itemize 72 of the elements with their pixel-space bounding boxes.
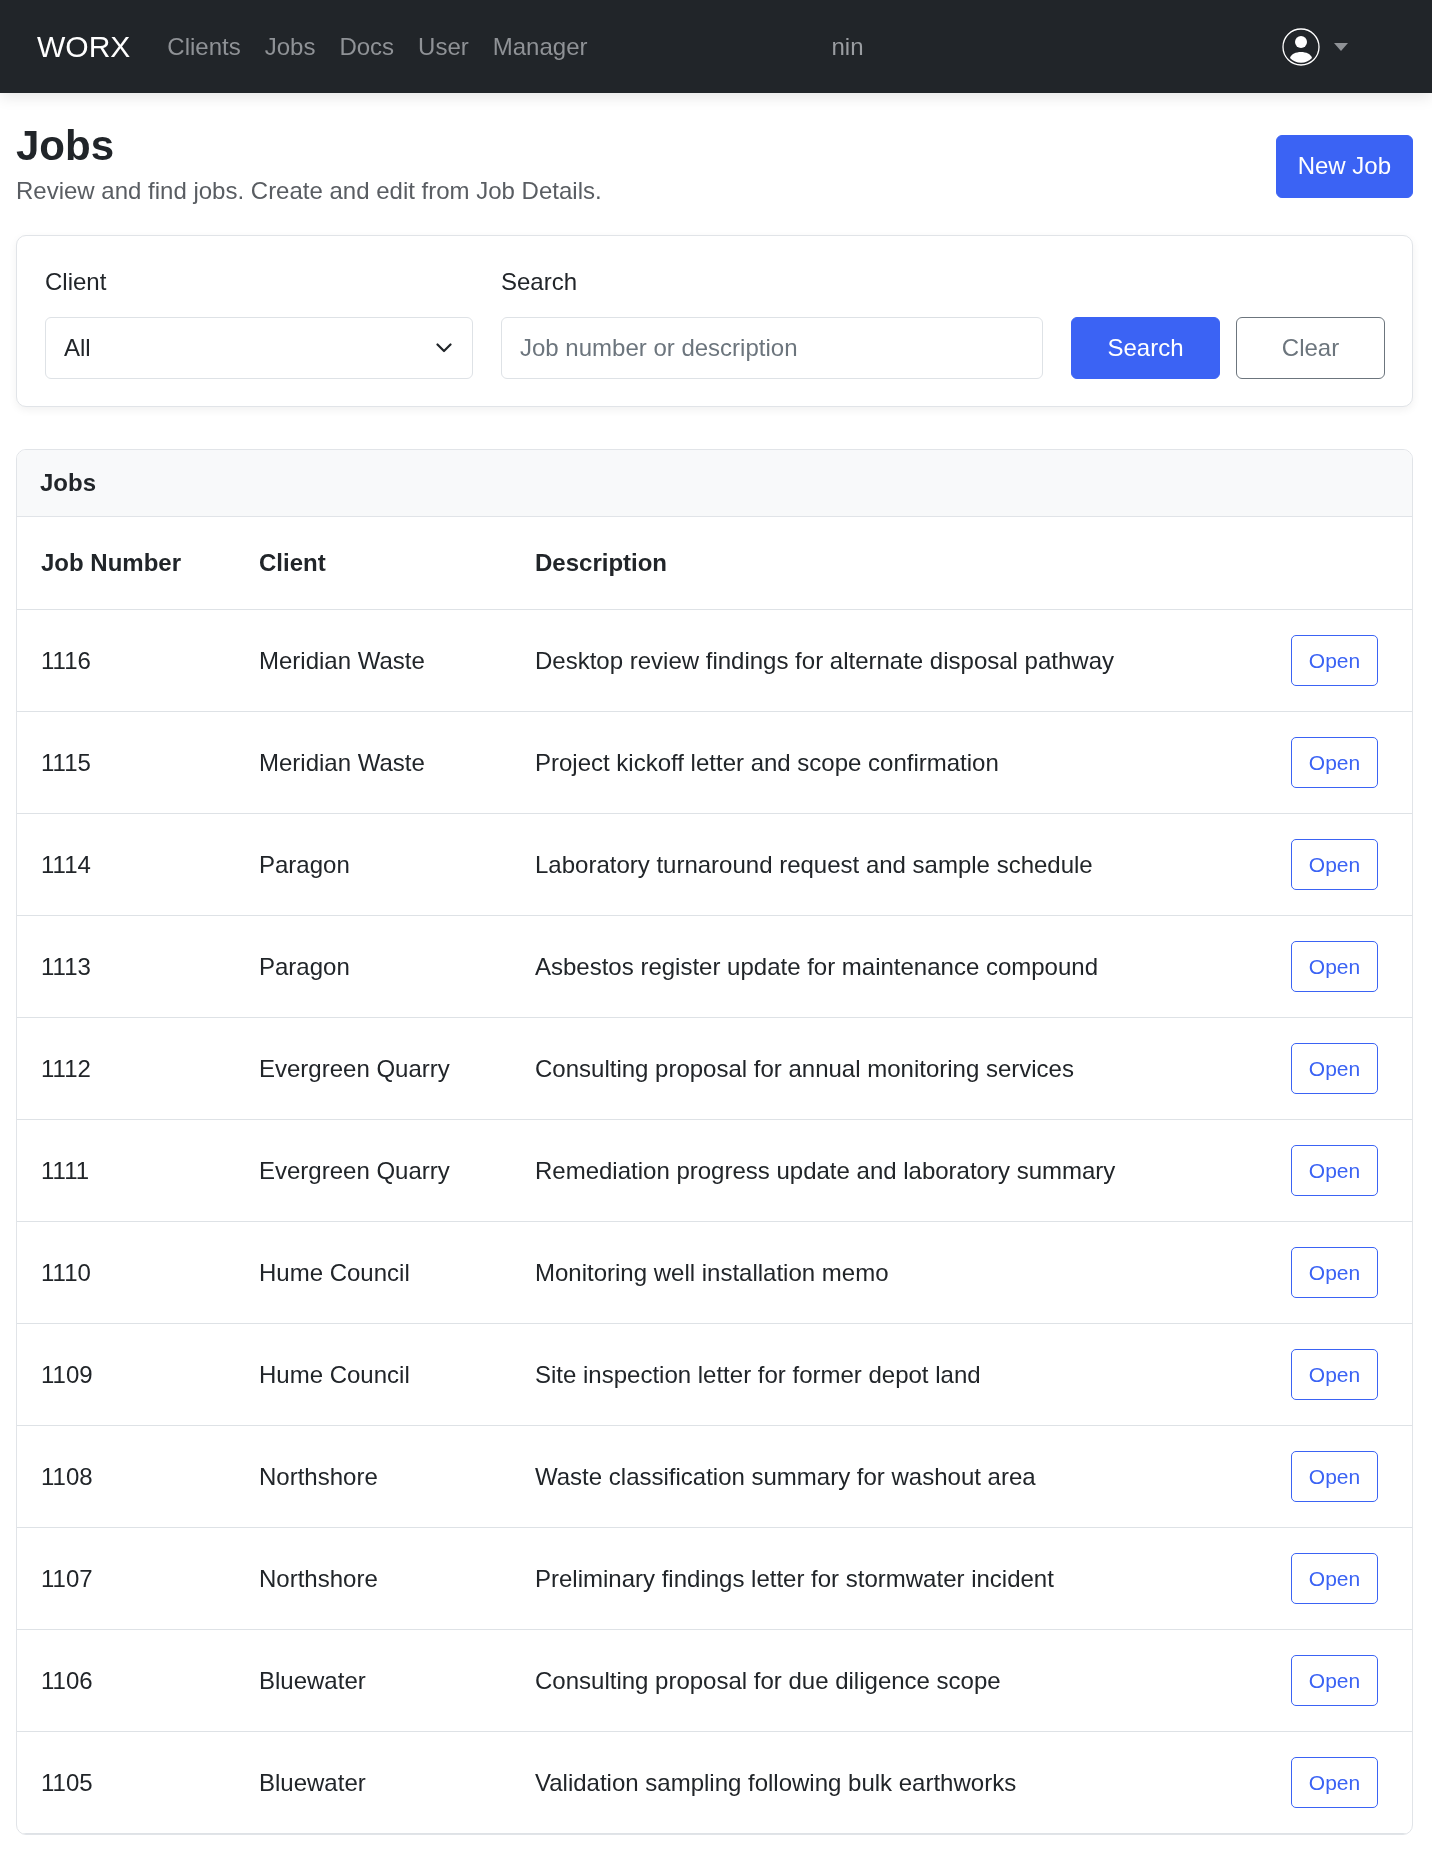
clear-button[interactable]: Clear xyxy=(1236,317,1385,379)
client-cell-text: Meridian Waste xyxy=(258,646,426,675)
client-cell-text: Bluewater xyxy=(258,1768,367,1797)
page-title: Jobs xyxy=(16,121,116,171)
job-number-cell-text: 1116 xyxy=(40,646,92,675)
description-cell-text: Asbestos register update for maintenance compound xyxy=(534,952,1099,981)
client-cell-text: Evergreen Quarry xyxy=(258,1054,451,1083)
open-button[interactable]: Open xyxy=(1291,737,1378,788)
job-number-cell-text: 1113 xyxy=(40,952,92,981)
job-number-cell-text: 1109 xyxy=(40,1360,94,1389)
search-label: Search xyxy=(501,267,579,297)
job-number-cell-text: 1106 xyxy=(40,1666,94,1695)
description-cell-text: Waste classification summary for washout area xyxy=(534,1462,1037,1491)
nav-link[interactable]: User xyxy=(406,32,481,61)
description-cell-text: Remediation progress update and laboratory summary xyxy=(534,1156,1117,1185)
description-cell-text: Project kickoff letter and scope confirmation xyxy=(534,748,1000,777)
description-cell-text: Laboratory turnaround request and sample schedule xyxy=(534,850,1094,879)
open-button[interactable]: Open xyxy=(1291,1043,1378,1094)
nav-link[interactable]: Docs xyxy=(327,32,407,61)
client-cell-text: Northshore xyxy=(258,1462,379,1491)
user-menu-button[interactable] xyxy=(1282,27,1348,66)
description-cell-text: Site inspection letter for former depot land xyxy=(534,1360,982,1389)
open-button[interactable]: Open xyxy=(1291,1247,1378,1298)
job-number-cell-text: 1105 xyxy=(40,1768,94,1797)
client-cell-text: Bluewater xyxy=(258,1666,367,1695)
column-header: Description xyxy=(534,549,669,577)
description-cell-text: Preliminary findings letter for stormwater incident xyxy=(534,1564,1055,1593)
job-number-cell-text: 1108 xyxy=(40,1462,94,1491)
search-field[interactable]: Job number or description xyxy=(501,317,1043,379)
open-button[interactable]: Open xyxy=(1291,1451,1378,1502)
client-cell-text: Evergreen Quarry xyxy=(258,1156,451,1185)
job-number-cell-text: 1111 xyxy=(40,1156,91,1185)
job-number-cell-text: 1115 xyxy=(40,748,92,777)
client-cell-text: Meridian Waste xyxy=(258,748,426,777)
job-number-cell-text: 1112 xyxy=(40,1054,92,1083)
description-cell-text: Desktop review findings for alternate disposal pathway xyxy=(534,646,1115,675)
open-button[interactable]: Open xyxy=(1291,1553,1378,1604)
nav-text[interactable]: nin xyxy=(831,32,864,61)
client-cell-text: Paragon xyxy=(258,850,351,879)
open-button[interactable]: Open xyxy=(1291,839,1378,890)
client-select[interactable]: All xyxy=(45,317,473,379)
job-number-cell-text: 1114 xyxy=(40,850,92,879)
nav-link[interactable]: Manager xyxy=(480,32,600,61)
open-button[interactable]: Open xyxy=(1291,1349,1378,1400)
description-cell-text: Consulting proposal for due diligence scope xyxy=(534,1666,1002,1695)
client-cell-text: Northshore xyxy=(258,1564,379,1593)
nav-link[interactable]: Jobs xyxy=(252,32,328,61)
client-cell-text: Hume Council xyxy=(258,1360,411,1389)
user-circle-icon xyxy=(1282,27,1320,66)
chevron-down-icon xyxy=(436,343,452,353)
caret-down-icon xyxy=(1334,42,1348,51)
job-number-cell-text: 1107 xyxy=(40,1564,94,1593)
page-subtitle: Review and find jobs. Create and edit from Job Details. xyxy=(16,176,602,206)
new-job-button[interactable]: New Job xyxy=(1275,134,1413,198)
column-header: Client xyxy=(258,549,327,577)
description-cell-text: Consulting proposal for annual monitoring services xyxy=(534,1054,1075,1083)
open-button[interactable]: Open xyxy=(1291,1145,1378,1196)
open-button[interactable]: Open xyxy=(1291,635,1378,686)
description-cell-text: Validation sampling following bulk earthworks xyxy=(534,1768,1018,1797)
card-title: Jobs xyxy=(40,469,96,497)
job-number-cell-text: 1110 xyxy=(40,1258,92,1287)
client-label: Client xyxy=(45,267,108,297)
nav-link[interactable]: Clients xyxy=(155,32,253,61)
client-cell-text: Hume Council xyxy=(258,1258,411,1287)
client-cell-text: Paragon xyxy=(258,952,351,981)
open-button[interactable]: Open xyxy=(1291,1757,1378,1808)
column-header: Job Number xyxy=(40,549,182,577)
open-button[interactable]: Open xyxy=(1291,941,1378,992)
search-button[interactable]: Search xyxy=(1071,317,1220,379)
brand-logo[interactable]: WORX xyxy=(37,29,131,64)
description-cell-text: Monitoring well installation memo xyxy=(534,1258,890,1287)
open-button[interactable]: Open xyxy=(1291,1655,1378,1706)
